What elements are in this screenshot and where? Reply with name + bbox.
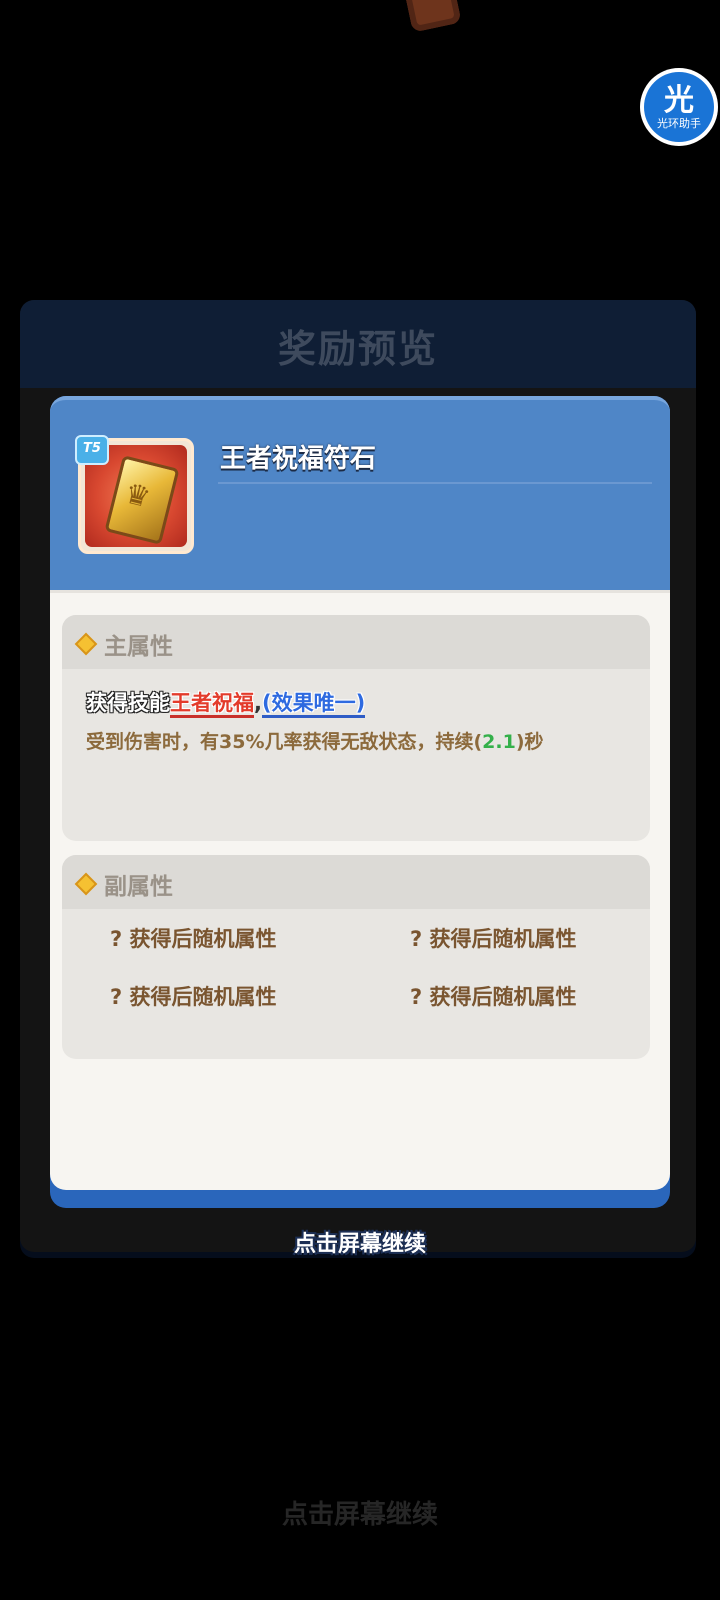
- unique-effect-link[interactable]: (效果唯一): [261, 691, 366, 718]
- tier-badge: T5: [75, 435, 109, 465]
- skill-name-link[interactable]: 王者祝福: [170, 691, 254, 718]
- background-panel-title: 奖励预览: [277, 327, 438, 371]
- random-attribute-item: ? 获得后随机属性: [410, 927, 577, 951]
- name-divider: [218, 482, 652, 484]
- top-decoration-icon: [404, 0, 462, 33]
- random-attribute-item: ? 获得后随机属性: [110, 927, 277, 951]
- skill-line: 获得技能王者祝福,(效果唯一): [86, 687, 366, 718]
- skill-prefix: 获得技能: [86, 691, 170, 715]
- random-attribute-item: ? 获得后随机属性: [410, 985, 577, 1009]
- random-attribute-item: ? 获得后随机属性: [110, 985, 277, 1009]
- halo-assistant-icon: 光 光环助手: [644, 72, 714, 142]
- skill-comma: ,: [254, 691, 262, 715]
- halo-assistant-button[interactable]: 光 光环助手: [640, 68, 718, 146]
- reward-preview-card[interactable]: T5 王者祝福符石 主属性 获得技能王者祝福,(效果唯一) 受到伤害时，有35%…: [50, 396, 670, 1208]
- sub-attribute-section: 副属性 ? 获得后随机属性 ? 获得后随机属性 ? 获得后随机属性 ? 获得后随…: [62, 855, 650, 1059]
- item-details: 主属性 获得技能王者祝福,(效果唯一) 受到伤害时，有35%几率获得无敌状态，持…: [50, 590, 670, 1190]
- skill-description: 受到伤害时，有35%几率获得无敌状态，持续(2.1)秒: [86, 727, 544, 754]
- rune-stone-icon: [104, 455, 180, 545]
- sub-attribute-title: 副属性: [104, 874, 173, 900]
- duration-value: 2.1: [482, 731, 516, 753]
- helper-glyph: 光: [664, 83, 694, 118]
- item-header: T5 王者祝福符石: [50, 396, 670, 602]
- item-name: 王者祝福符石: [220, 444, 377, 474]
- tap-to-continue[interactable]: 点击屏幕继续: [0, 1226, 720, 1258]
- sub-attribute-header: 副属性: [62, 855, 650, 909]
- background-panel-header: 奖励预览: [20, 300, 696, 388]
- main-attribute-header: 主属性: [62, 615, 650, 669]
- background-tap-to-continue: 点击屏幕继续: [281, 1500, 438, 1530]
- helper-label: 光环助手: [657, 117, 701, 130]
- main-attribute-title: 主属性: [104, 634, 173, 660]
- main-attribute-section: 主属性 获得技能王者祝福,(效果唯一) 受到伤害时，有35%几率获得无敌状态，持…: [62, 615, 650, 841]
- diamond-icon: [74, 632, 98, 656]
- description-suffix: )秒: [515, 731, 544, 753]
- diamond-icon: [74, 872, 98, 896]
- description-text: 受到伤害时，有35%几率获得无敌状态，持续(: [86, 731, 483, 753]
- item-icon-frame[interactable]: T5: [75, 435, 194, 554]
